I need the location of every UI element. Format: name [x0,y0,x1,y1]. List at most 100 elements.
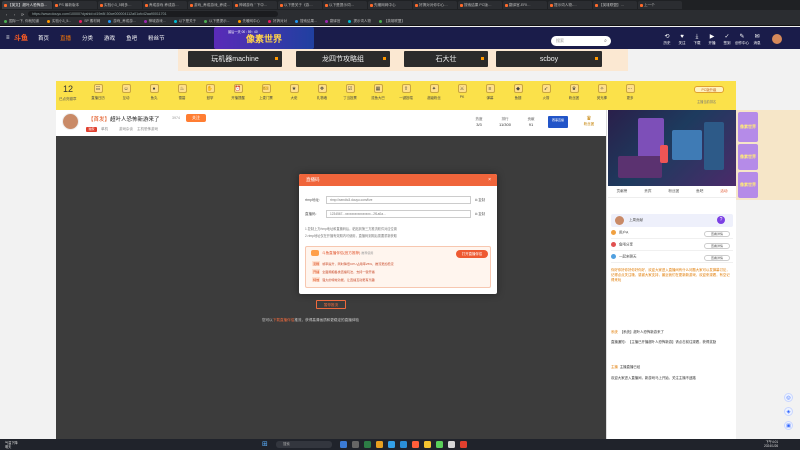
browser-tab[interactable]: 养成游戏 养成游… [143,1,187,9]
browser-tab[interactable]: PS 最新版本 [53,1,97,9]
bookmark-item[interactable]: 神城游戏... [143,19,166,24]
back-icon[interactable]: ‹ [4,12,9,17]
toolbar-gift-item[interactable]: ▦ 逗鱼大巴 [368,84,388,100]
taskbar-app-icon[interactable] [460,441,467,448]
browser-tab[interactable]: 上一个 [638,1,682,9]
right-tab[interactable]: 活动 [720,189,727,197]
browser-tab[interactable]: 好搞对对你中心… [413,1,457,9]
toolbar-gift-item[interactable]: ✋ 鼓掌 [200,84,220,100]
toolbar-gift-item[interactable]: ➶ 火箭 [536,84,556,100]
toolbar-gift-item[interactable]: ✧ 荧光棒 [592,84,612,100]
toolbar-gift-item[interactable]: ❖ 礼物墙 [312,84,332,100]
banner-tag[interactable]: 玩机器machine [188,51,282,67]
browser-tab[interactable]: 游戏_养成游戏_养成… [188,1,232,9]
stream-category[interactable]: 游戏杂谈 [119,127,133,132]
right-tab[interactable]: 鱼吧 [696,189,703,197]
taskbar-app-icon[interactable] [364,441,371,448]
toolbar-gift-item[interactable]: ☑ 丁当投票 [340,84,360,100]
refresh-icon[interactable]: ⟳ [20,12,25,17]
windows-start-icon[interactable]: ⊞ [262,440,271,449]
rtmp-address-field[interactable]: rtmp://sendtc3.douyu.com/live [326,196,471,204]
nav-item[interactable]: 直播 [60,34,71,42]
header-checkin-button[interactable]: ✓ 签到 [720,34,734,46]
close-icon[interactable]: × [488,174,491,186]
toolbar-gift-item[interactable]: ◆ 鱼翅 [508,84,528,100]
browser-tab[interactable]: 实验小3_5网多… [98,1,142,9]
toolbar-gift-item[interactable]: ⋯ 更多 [620,84,640,100]
toolbar-gift-item[interactable]: ♨ 雪碧 [172,84,192,100]
header-history-button[interactable]: ⟲ 历史 [660,34,674,46]
banner-tag[interactable]: scboy [496,51,602,67]
nav-item[interactable]: 首页 [38,34,49,42]
stream-category[interactable]: 单机 [101,127,108,132]
mini-video-preview[interactable] [608,110,736,186]
bookmark-item[interactable]: 好搞对对 [268,19,287,24]
forward-icon[interactable]: › [12,12,17,17]
browser-tab[interactable]: 以下是提示词… [323,1,367,9]
toolbar-gift-item[interactable]: ♛ 粉丝团 [564,84,584,100]
pc-upgrade-button[interactable]: PC版升级 [694,86,724,93]
browser-tab[interactable]: 神城游戏 " 下中… [233,1,277,9]
browser-tab[interactable]: 【英文】超叶人恐怖游… [2,1,52,9]
url-field[interactable]: https://www.douyu.com/10000?dyshid=d19e8… [28,11,278,17]
bookmark-item[interactable]: 翻译官 [324,19,340,24]
bookmark-item[interactable]: 国际一下, 你就知道 [4,19,39,24]
user-avatar[interactable] [772,34,782,44]
copy-rtmp-button[interactable]: ⧉ 复制 [475,197,485,202]
taskbar-app-icon[interactable] [400,441,407,448]
event-live-button[interactable]: 赛事直播 [548,116,568,128]
taskbar-app-icon[interactable] [376,441,383,448]
tool-icon[interactable]: ▣ [784,421,793,430]
contribution-card[interactable]: 上周贡献? [611,214,733,227]
search-icon[interactable]: ⌕ [600,36,611,46]
right-tab[interactable]: 贵宾 [644,189,651,197]
browser-tab[interactable]: 翻译官-ERI… [503,1,547,9]
tool-icon[interactable]: ◈ [784,407,793,416]
row-detail-button[interactable]: 查看详情 [704,243,730,249]
menu-icon[interactable]: ≡ [6,35,14,41]
bookmark-item[interactable]: 游戏_养成游... [108,19,136,24]
banner-tag[interactable]: 石大壮 [404,51,488,67]
weather-widget[interactable]: 气温下降 明天 [0,441,18,449]
bookmark-item[interactable]: 实验小3_5... [46,19,71,24]
open-companion-button[interactable]: 打开直播伴侣 [456,250,488,258]
stream-category[interactable]: 主机恐怖游戏 [137,127,158,132]
bookmark-item[interactable]: 以下是提示... [204,19,230,24]
taskbar-app-icon[interactable] [424,441,431,448]
bookmark-item[interactable]: 以下是关于 [173,19,196,24]
taskbar-app-icon[interactable] [436,441,443,448]
browser-tab[interactable]: 【英雄联盟】… [593,1,637,9]
ad-tile[interactable]: 像素世界 [738,172,758,198]
header-follow-button[interactable]: ♥ 关注 [675,34,689,46]
taskbar-search[interactable]: 搜索 [276,441,332,448]
bookmark-item[interactable]: 提示词人物 [348,19,371,24]
nav-item[interactable]: 分类 [82,34,93,42]
browser-tab[interactable]: 以下是关于《游… [278,1,322,9]
nav-item[interactable]: 鱼吧 [126,34,137,42]
toolbar-gift-item[interactable]: ☷ 直播日历 [88,84,108,100]
right-tab[interactable]: 粉丝团 [668,189,679,197]
follow-button[interactable]: 关注 [186,114,206,122]
banner-tag[interactable]: 龙四节攻略组 [296,51,390,67]
copy-key-button[interactable]: ⧉ 复制 [475,211,485,216]
row-detail-button[interactable]: 查看详情 [704,231,730,237]
toolbar-gift-item[interactable]: ★ 大佬 [284,84,304,100]
taskbar-app-icon[interactable] [412,441,419,448]
toolbar-gift-item[interactable]: ● 鱼丸 [144,84,164,100]
nav-item[interactable]: 游戏 [104,34,115,42]
taskbar-app-icon[interactable] [388,441,395,448]
toolbar-gift-item[interactable]: ⚔ PK [452,84,472,99]
header-creator-button[interactable]: ✎ 创作中心 [735,34,749,46]
bookmark-item[interactable]: 先暖网中心 [237,19,260,24]
stop-stream-button[interactable]: 暂停推流 [316,300,346,309]
ad-tile[interactable]: 像素世界 [738,112,758,142]
browser-tab[interactable]: 提示词人物-… [548,1,592,9]
download-companion-link[interactable]: 下载直播伴侣 [273,318,295,322]
browser-tab[interactable]: 先暖网网中心 [368,1,412,9]
bookmark-item[interactable]: SP 素材网 [79,19,100,24]
row-detail-button[interactable]: 查看详情 [704,255,730,261]
streamer-avatar[interactable] [62,113,79,130]
taskbar-app-icon[interactable] [448,441,455,448]
toolbar-gift-item[interactable]: ☺ 互动 [116,84,136,100]
help-icon[interactable]: ? [717,216,725,224]
